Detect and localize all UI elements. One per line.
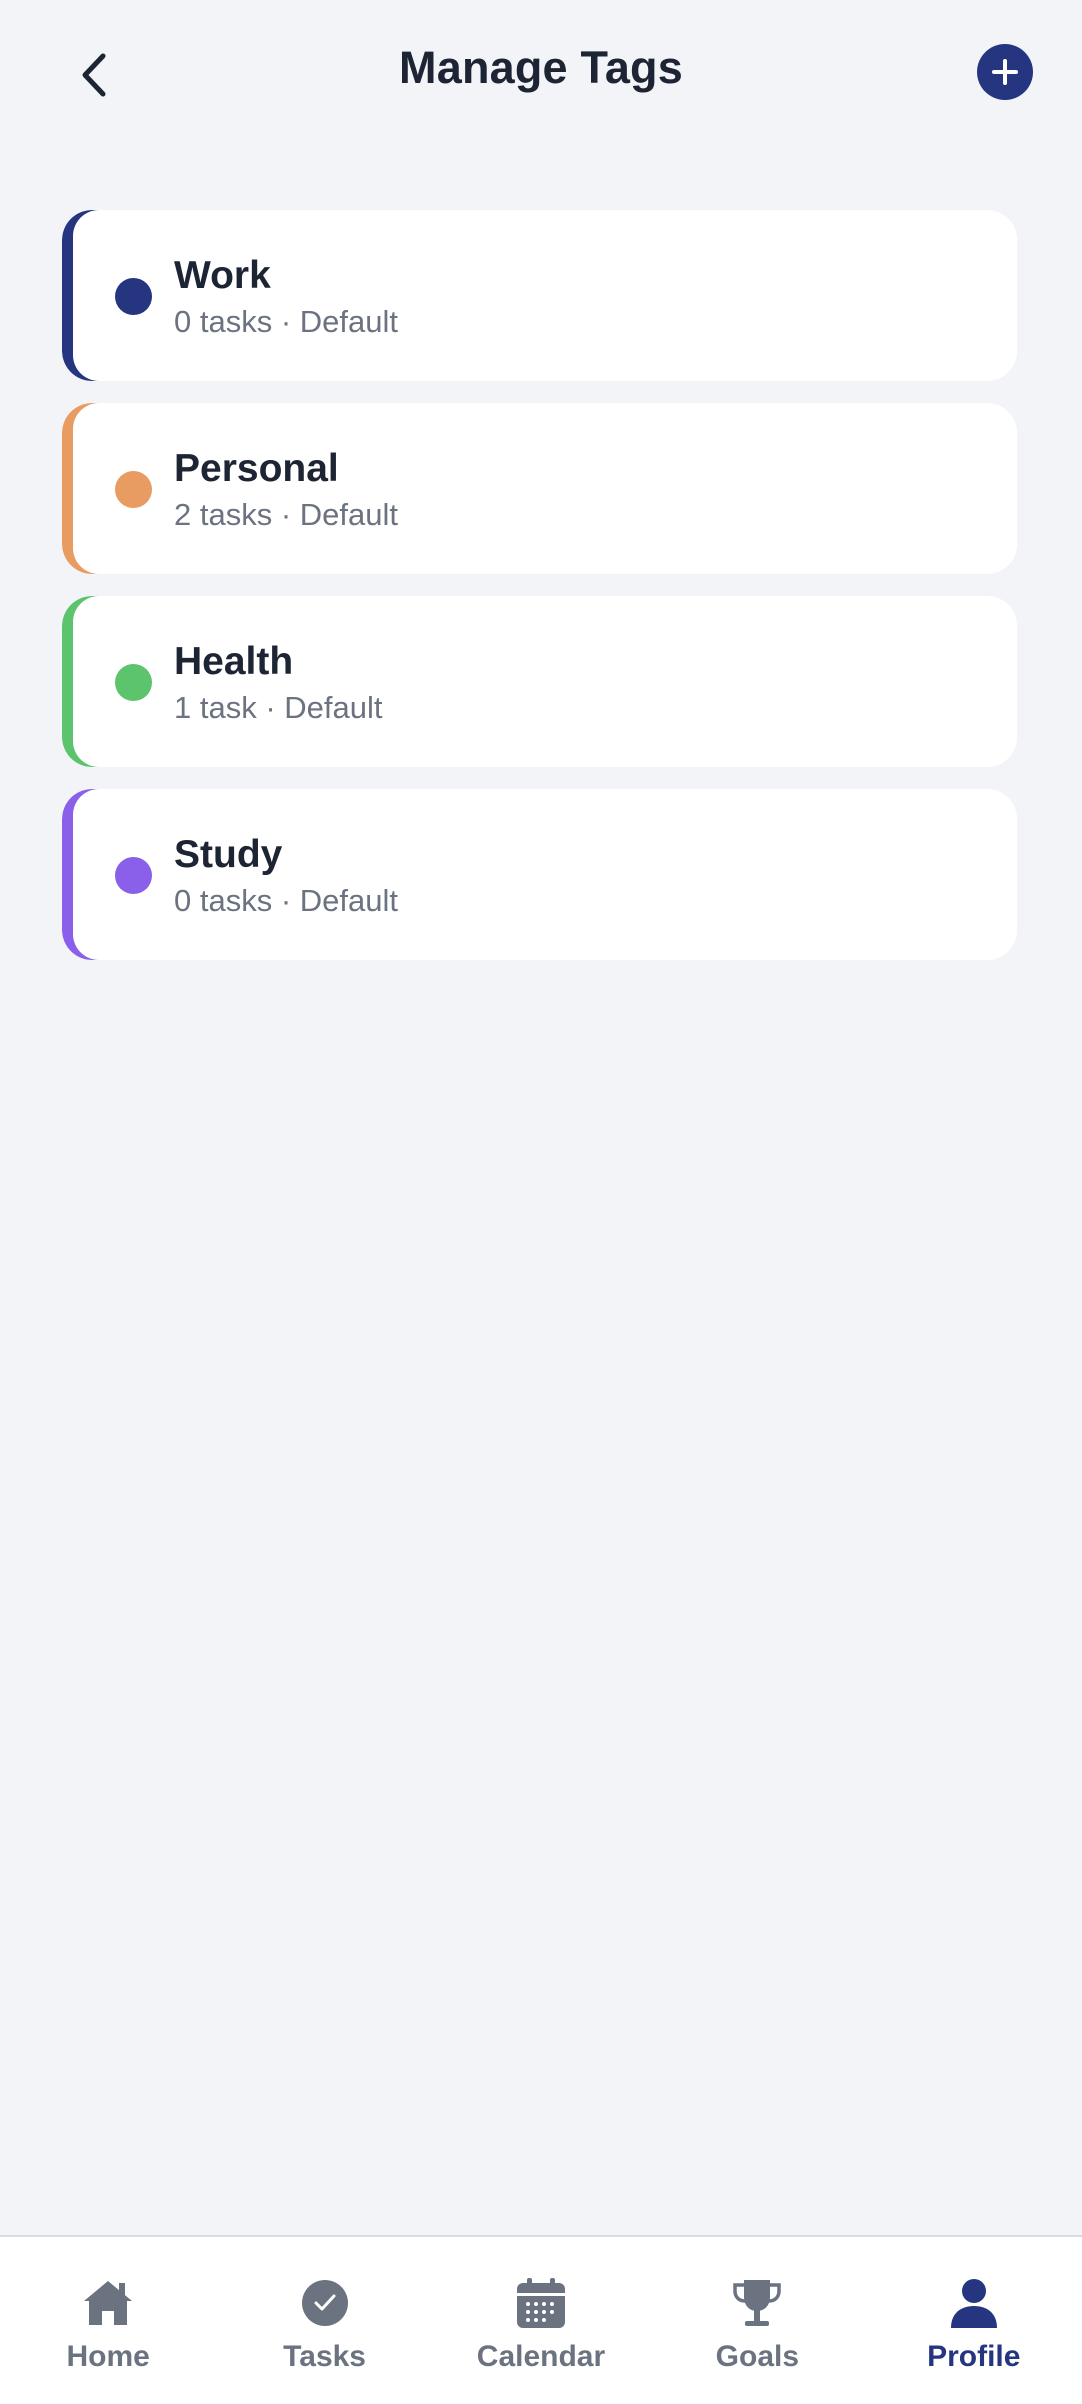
tag-card-health[interactable]: Health 1 task · Default	[62, 596, 1017, 767]
tag-color-dot	[115, 857, 152, 894]
tag-meta: 2 tasks · Default	[174, 497, 398, 532]
tag-list: Work 0 tasks · Default Personal 2 tasks …	[62, 210, 1017, 982]
calendar-icon	[513, 2275, 569, 2331]
nav-label: Profile	[927, 2340, 1021, 2373]
home-icon	[80, 2275, 136, 2331]
tag-meta: 1 task · Default	[174, 690, 383, 725]
tag-name: Study	[174, 833, 283, 876]
tag-meta: 0 tasks · Default	[174, 883, 398, 918]
check-circle-icon	[297, 2275, 353, 2331]
tag-name: Personal	[174, 447, 339, 490]
page-title: Manage Tags	[399, 42, 683, 93]
nav-item-home[interactable]: Home	[0, 2237, 216, 2404]
tag-name: Work	[174, 254, 271, 297]
nav-item-goals[interactable]: Goals	[649, 2237, 865, 2404]
tag-name: Health	[174, 640, 294, 683]
tag-meta: 0 tasks · Default	[174, 304, 398, 339]
nav-item-calendar[interactable]: Calendar	[433, 2237, 649, 2404]
tag-color-dot	[115, 664, 152, 701]
tag-card-personal[interactable]: Personal 2 tasks · Default	[62, 403, 1017, 574]
nav-item-profile[interactable]: Profile	[866, 2237, 1082, 2404]
add-tag-button[interactable]	[977, 44, 1033, 100]
nav-label: Goals	[715, 2340, 800, 2373]
nav-item-tasks[interactable]: Tasks	[216, 2237, 432, 2404]
app-header: Manage Tags	[0, 0, 1082, 150]
bottom-nav: Home Tasks Calendar Goals Profile	[0, 2235, 1082, 2404]
tag-card-work[interactable]: Work 0 tasks · Default	[62, 210, 1017, 381]
trophy-icon	[729, 2275, 785, 2331]
person-icon	[946, 2275, 1002, 2331]
tag-color-dot	[115, 471, 152, 508]
tag-color-dot	[115, 278, 152, 315]
nav-label: Home	[66, 2340, 150, 2373]
nav-label: Calendar	[476, 2340, 606, 2373]
tag-card-study[interactable]: Study 0 tasks · Default	[62, 789, 1017, 960]
plus-icon	[992, 59, 1018, 85]
nav-label: Tasks	[283, 2340, 366, 2373]
